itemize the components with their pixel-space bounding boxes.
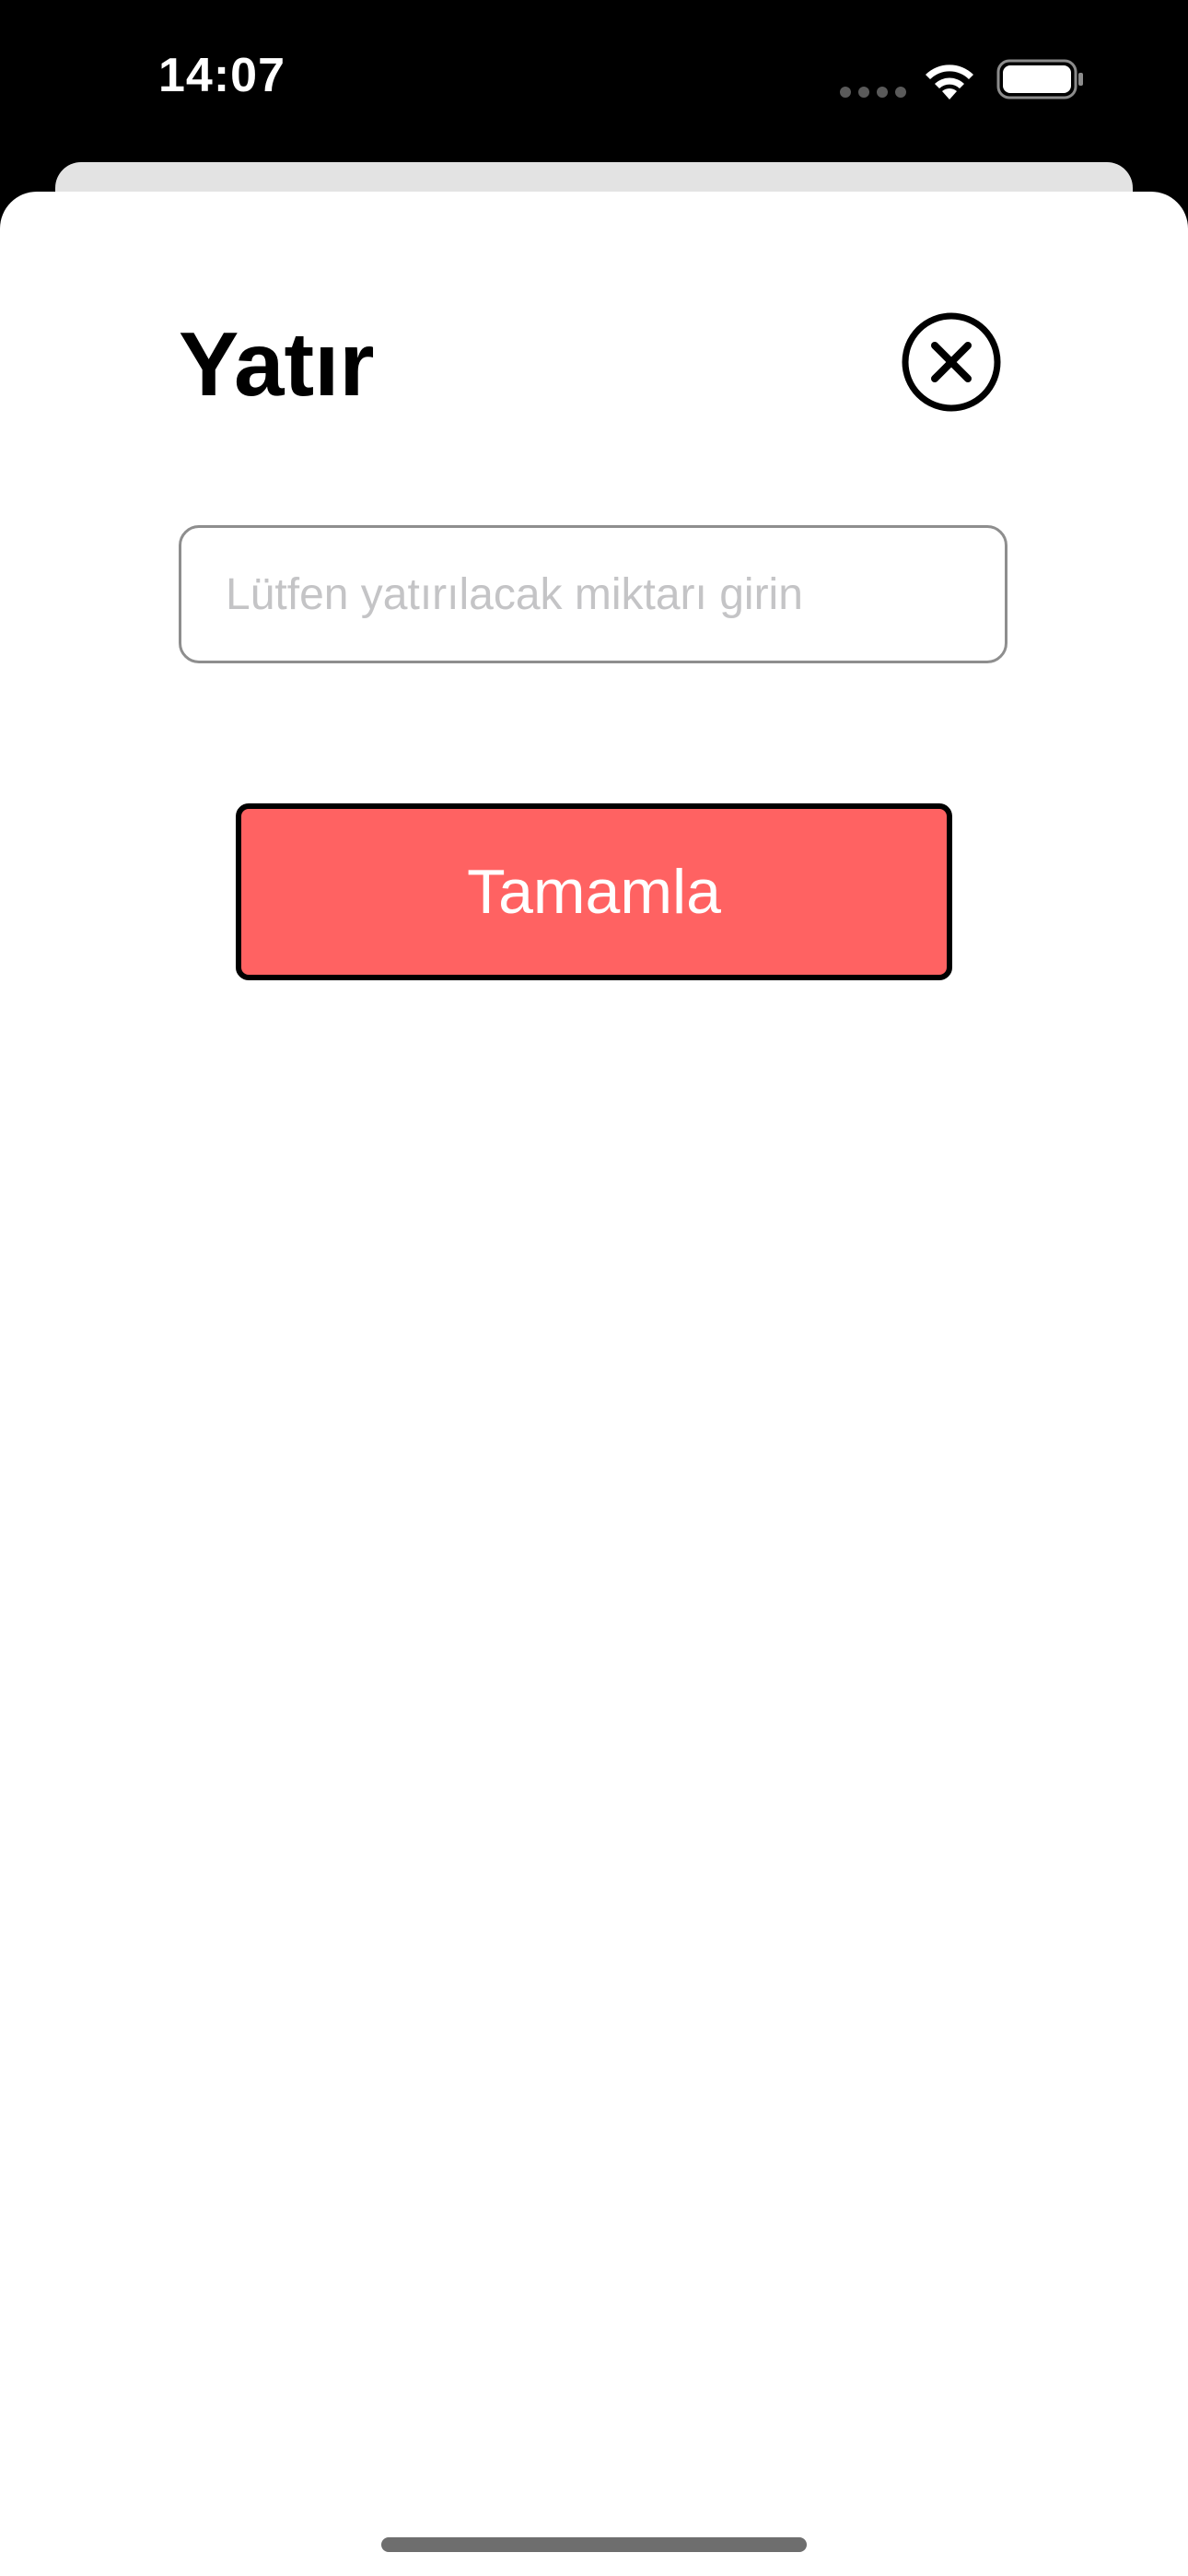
- screen: 14:07 Yatır Tamamla: [0, 0, 1188, 2576]
- battery-icon: [996, 59, 1083, 100]
- status-bar: 14:07: [0, 0, 1188, 157]
- home-indicator[interactable]: [381, 2537, 807, 2552]
- complete-button[interactable]: Tamamla: [236, 803, 952, 980]
- wifi-icon: [926, 64, 973, 100]
- page-title: Yatır: [179, 313, 375, 415]
- status-time: 14:07: [158, 49, 285, 102]
- cellular-signal-icon: [840, 87, 906, 98]
- close-icon[interactable]: [901, 311, 1002, 413]
- amount-input[interactable]: [179, 525, 1007, 663]
